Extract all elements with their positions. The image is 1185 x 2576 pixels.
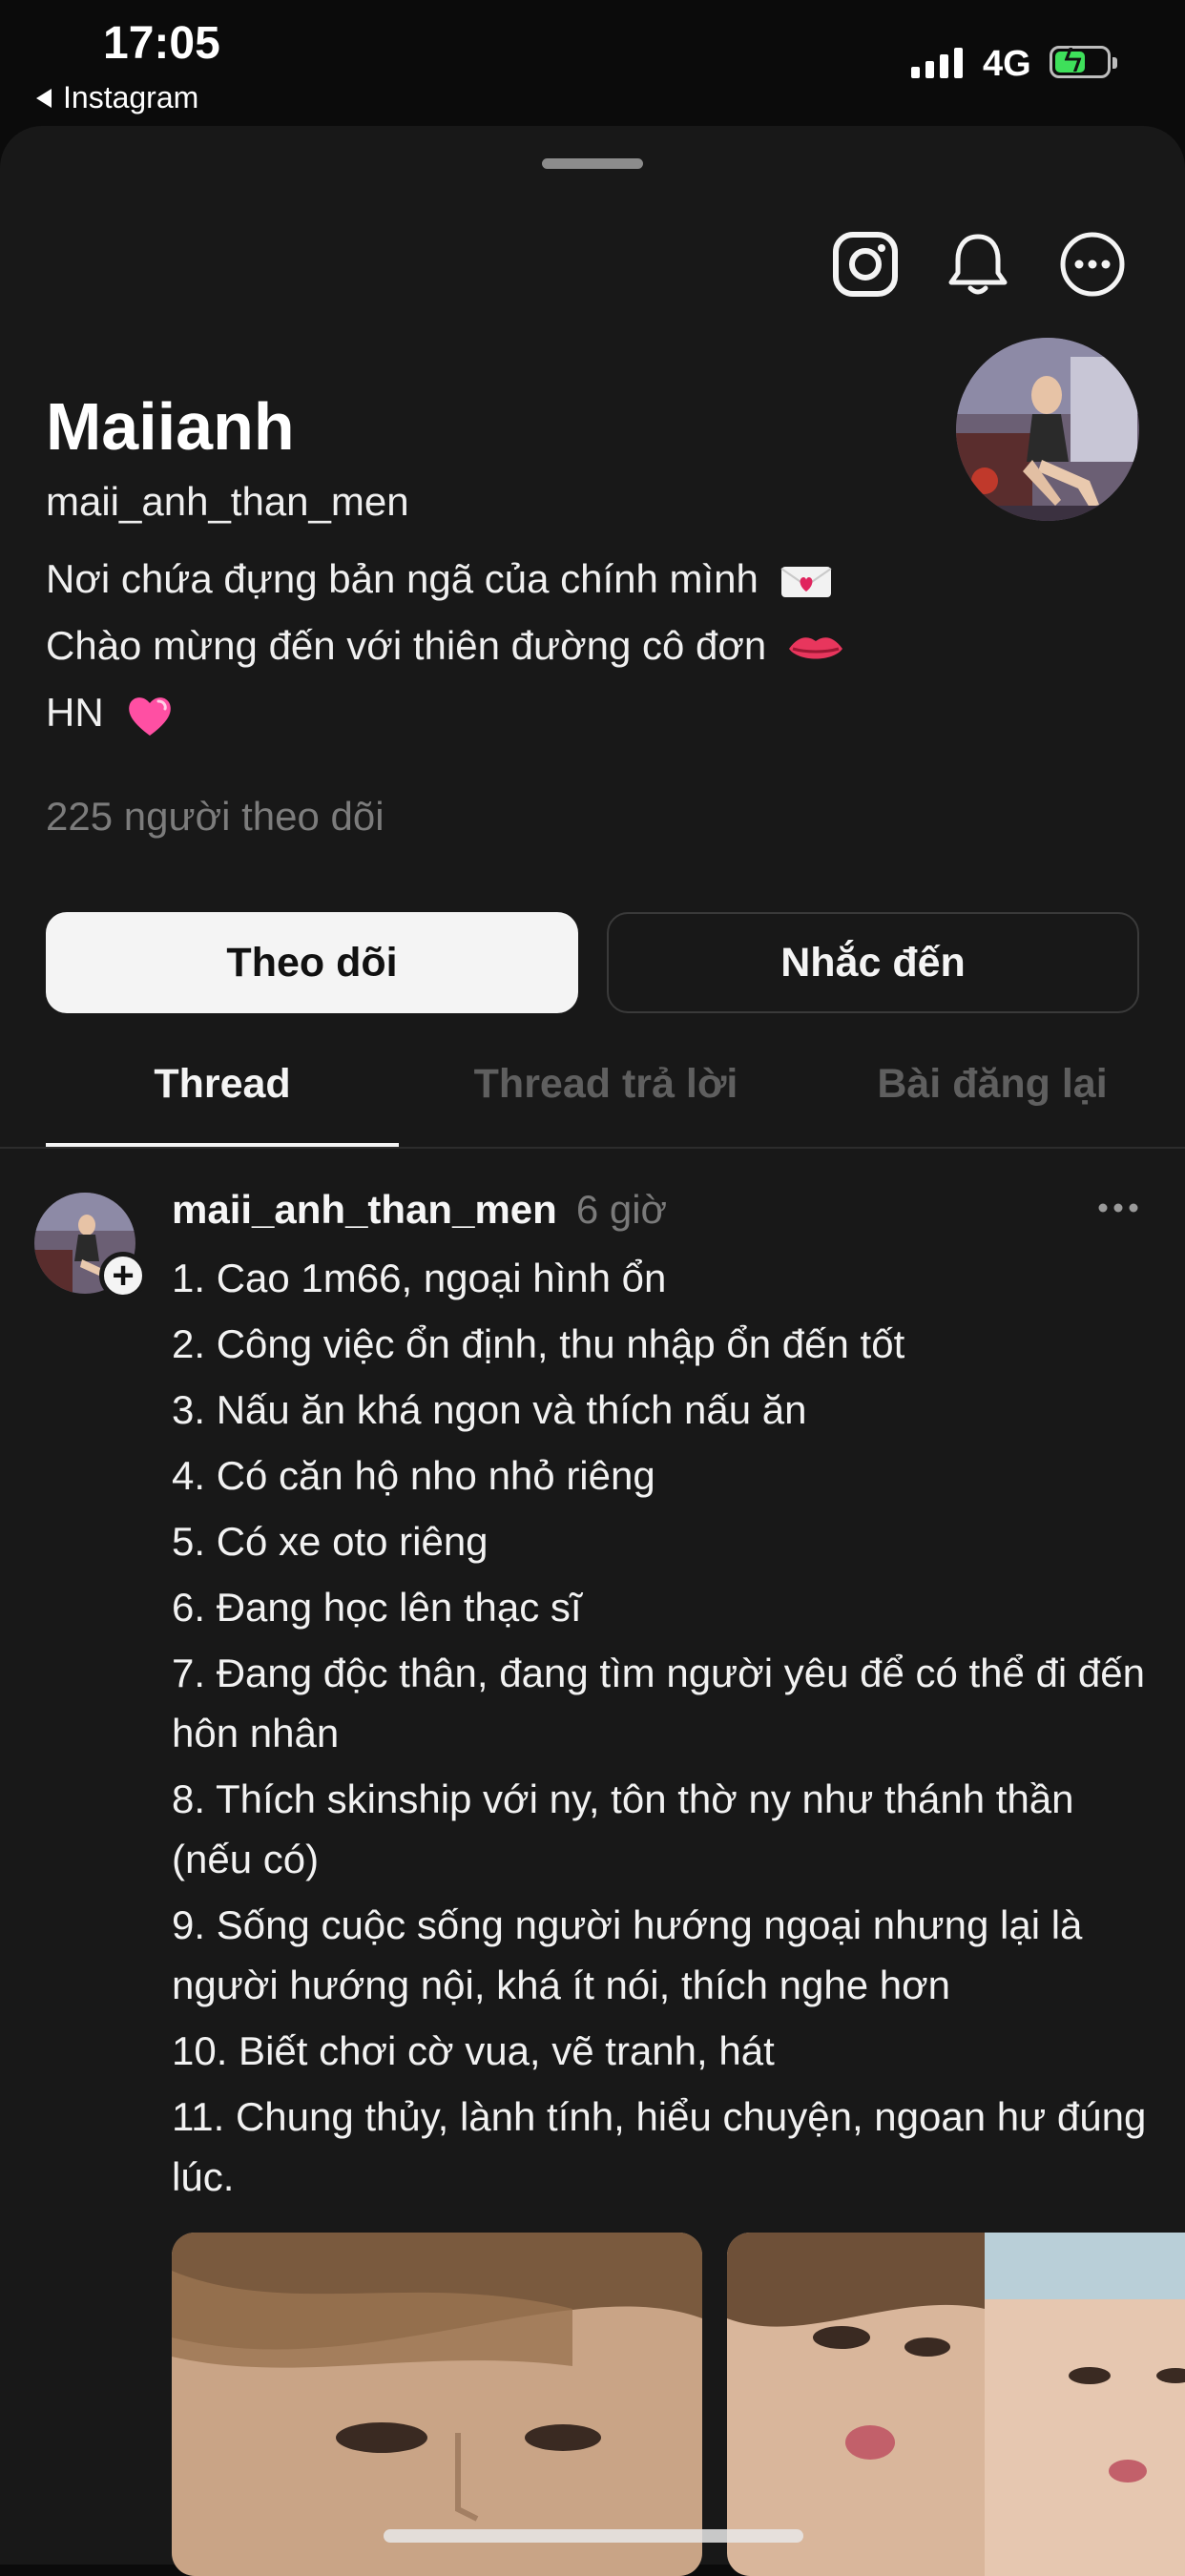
post-line: 6. Đang học lên thạc sĩ <box>172 1585 582 1630</box>
post-line: 9. Sống cuộc sống người hướng ngoại nhưn… <box>172 1902 1083 2007</box>
post-more-icon[interactable] <box>1097 1198 1139 1217</box>
more-options-icon[interactable] <box>1057 229 1128 300</box>
post-time: 6 giờ <box>575 1187 668 1232</box>
status-bar: 17:05 Instagram 4G ϟ <box>0 0 1185 124</box>
post-line: 3. Nấu ăn khá ngon và thích nấu ăn <box>172 1387 807 1432</box>
post-line: 1. Cao 1m66, ngoại hình ổn <box>172 1256 667 1300</box>
follow-plus-icon[interactable]: + <box>99 1252 147 1299</box>
post-line: 4. Có căn hộ nho nhỏ riêng <box>172 1453 655 1498</box>
signal-icon <box>911 46 963 78</box>
profile-display-name: Maiianh <box>46 389 295 464</box>
post-header: maii_anh_than_men 6 giờ <box>172 1187 667 1233</box>
tab-thread[interactable]: Thread <box>46 1061 399 1108</box>
battery-icon: ϟ <box>1050 40 1117 79</box>
profile-avatar[interactable] <box>956 338 1139 521</box>
sheet-grabber[interactable] <box>542 158 643 169</box>
profile-avatar-image <box>956 338 1139 521</box>
home-indicator[interactable] <box>384 2529 803 2543</box>
post-line: 5. Có xe oto riêng <box>172 1519 489 1564</box>
bio-line: Nơi chứa đựng bản ngã của chính mình <box>46 546 844 613</box>
back-app-label: Instagram <box>63 80 199 114</box>
bio-line: HN <box>46 679 844 746</box>
love-letter-emoji <box>780 566 832 597</box>
post-photo-image <box>172 2233 702 2576</box>
pink-heart-emoji <box>129 696 172 736</box>
instagram-icon[interactable] <box>830 229 901 300</box>
bell-icon[interactable] <box>943 229 1013 300</box>
active-tab-indicator <box>46 1143 399 1147</box>
post-photo-image <box>727 2233 1185 2576</box>
post-photo[interactable] <box>727 2233 1185 2576</box>
post-line: 7. Đang độc thân, đang tìm người yêu để … <box>172 1651 1145 1755</box>
tab-thread-replies[interactable]: Thread trả lời <box>420 1061 792 1108</box>
post-username[interactable]: maii_anh_than_men <box>172 1187 557 1233</box>
followers-count[interactable]: 225 người theo dõi <box>46 794 385 840</box>
profile-username: maii_anh_than_men <box>46 479 409 524</box>
post-line: 8. Thích skinship với ny, tôn thờ ny như… <box>172 1776 1074 1881</box>
post-text: 1. Cao 1m66, ngoại hình ổn 2. Công việc … <box>172 1248 1164 2212</box>
profile-bio: Nơi chứa đựng bản ngã của chính mình Chà… <box>46 546 844 746</box>
tab-reposts[interactable]: Bài đăng lại <box>821 1061 1164 1108</box>
profile-tabs: Thread Thread trả lời Bài đăng lại <box>0 1040 1185 1149</box>
charging-bolt-icon: ϟ <box>1064 40 1083 79</box>
back-arrow-icon <box>36 88 52 108</box>
post-photo[interactable] <box>172 2233 702 2576</box>
post-line: 10. Biết chơi cờ vua, vẽ tranh, hát <box>172 2028 775 2073</box>
mention-button[interactable]: Nhắc đến <box>607 912 1139 1013</box>
post-line: 11. Chung thủy, lành tính, hiểu chuyện, … <box>172 2094 1147 2199</box>
bio-line: Chào mừng đến với thiên đường cô đơn <box>46 613 844 679</box>
network-label: 4G <box>983 44 1031 84</box>
back-to-app-link[interactable]: Instagram <box>36 80 198 115</box>
follow-button[interactable]: Theo dõi <box>46 912 578 1013</box>
lips-emoji <box>788 637 842 659</box>
status-time: 17:05 <box>103 18 220 69</box>
post-line: 2. Công việc ổn định, thu nhập ổn đến tố… <box>172 1321 905 1366</box>
